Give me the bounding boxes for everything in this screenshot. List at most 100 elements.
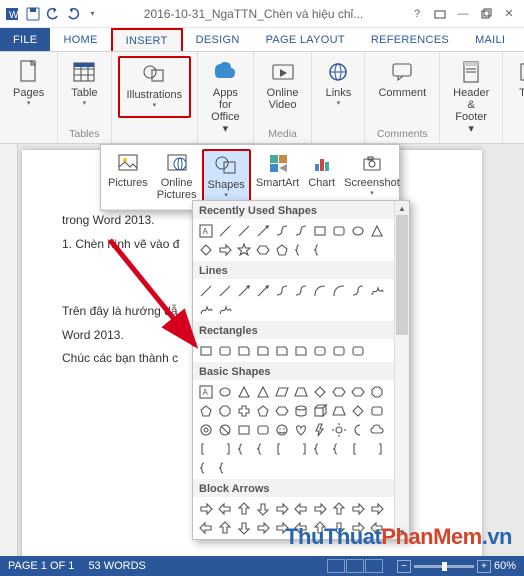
shape-item[interactable] [329,281,348,300]
shape-item[interactable] [348,420,367,439]
shape-item[interactable] [291,341,310,360]
shape-item[interactable] [196,458,215,477]
shape-item[interactable] [196,499,215,518]
shape-item[interactable] [367,518,386,537]
shape-item[interactable] [234,382,253,401]
shape-item[interactable]: A [196,221,215,240]
screenshot-button[interactable]: Screenshot▾ [340,149,404,207]
tab-references[interactable]: REFERENCES [358,28,462,51]
shape-item[interactable] [234,341,253,360]
shape-item[interactable] [272,281,291,300]
view-web[interactable] [365,559,383,573]
minimize-icon[interactable]: — [452,5,474,23]
shape-item[interactable] [253,518,272,537]
scroll-up-icon[interactable]: ▲ [395,201,409,215]
shape-item[interactable] [272,382,291,401]
shape-item[interactable] [253,221,272,240]
shape-item[interactable] [348,518,367,537]
shape-item[interactable] [348,499,367,518]
shape-item[interactable] [367,382,386,401]
shape-item[interactable] [310,401,329,420]
shape-item[interactable] [196,300,215,319]
close-icon[interactable]: ✕ [498,5,520,23]
text-button[interactable]: A Text▾ [509,56,524,114]
shape-item[interactable] [215,439,234,458]
status-words[interactable]: 53 WORDS [88,560,145,572]
shape-item[interactable] [367,499,386,518]
shape-item[interactable] [291,439,310,458]
restore-icon[interactable] [475,5,497,23]
shape-item[interactable] [253,341,272,360]
shape-item[interactable] [367,439,386,458]
shape-item[interactable] [348,341,367,360]
scroll-down-icon[interactable]: ▼ [395,525,409,539]
shape-item[interactable] [329,382,348,401]
shape-item[interactable] [348,439,367,458]
shape-item[interactable] [196,518,215,537]
shape-item[interactable]: A [196,382,215,401]
shape-item[interactable] [215,221,234,240]
shape-item[interactable] [310,240,329,259]
scroll-thumb[interactable] [396,215,408,335]
links-button[interactable]: Links▾ [318,56,358,114]
zoom-slider[interactable] [414,565,474,568]
qat-customize-icon[interactable]: ▾ [84,5,101,22]
shape-item[interactable] [272,499,291,518]
vertical-ruler[interactable] [0,144,18,556]
shape-item[interactable] [253,382,272,401]
shape-item[interactable] [291,420,310,439]
shape-item[interactable] [215,341,234,360]
shape-item[interactable] [329,518,348,537]
redo-icon[interactable] [64,5,81,22]
zoom-in-button[interactable]: + [477,560,491,573]
shape-item[interactable] [310,420,329,439]
shape-item[interactable] [234,439,253,458]
shape-item[interactable] [272,420,291,439]
shape-item[interactable] [196,401,215,420]
shape-item[interactable] [196,420,215,439]
shape-item[interactable] [310,221,329,240]
shape-item[interactable] [329,401,348,420]
shape-item[interactable] [310,439,329,458]
shape-item[interactable] [367,281,386,300]
shape-item[interactable] [329,341,348,360]
tab-file[interactable]: FILE [0,28,50,51]
shape-item[interactable] [234,240,253,259]
shape-item[interactable] [367,221,386,240]
shape-item[interactable] [291,221,310,240]
tab-home[interactable]: HOME [50,28,110,51]
shape-item[interactable] [329,221,348,240]
comment-button[interactable]: Comment [371,56,433,114]
pages-button[interactable]: Pages▾ [6,56,51,114]
shape-item[interactable] [234,221,253,240]
table-button[interactable]: Table▾ [64,56,104,114]
shape-item[interactable] [348,281,367,300]
save-icon[interactable] [24,5,41,22]
shape-item[interactable] [348,221,367,240]
shape-item[interactable] [253,420,272,439]
illustrations-button[interactable]: Illustrations▾ [118,56,192,118]
shape-item[interactable] [367,401,386,420]
shape-item[interactable] [253,401,272,420]
shape-item[interactable] [234,281,253,300]
shapes-scrollbar[interactable]: ▲ ▼ [394,201,409,539]
view-print[interactable] [346,559,364,573]
online-pictures-button[interactable]: Online Pictures [153,149,201,207]
shape-item[interactable] [234,518,253,537]
shape-item[interactable] [215,240,234,259]
shape-item[interactable] [234,420,253,439]
view-read[interactable] [327,559,345,573]
chart-button[interactable]: Chart [304,149,339,207]
shape-item[interactable] [215,420,234,439]
shape-item[interactable] [310,382,329,401]
shape-item[interactable] [291,281,310,300]
shape-item[interactable] [196,240,215,259]
shape-item[interactable] [329,439,348,458]
shape-item[interactable] [329,499,348,518]
shape-item[interactable] [215,300,234,319]
ribbon-display-icon[interactable] [429,5,451,23]
shape-item[interactable] [253,499,272,518]
shape-item[interactable] [291,499,310,518]
shape-item[interactable] [329,420,348,439]
shape-item[interactable] [272,341,291,360]
